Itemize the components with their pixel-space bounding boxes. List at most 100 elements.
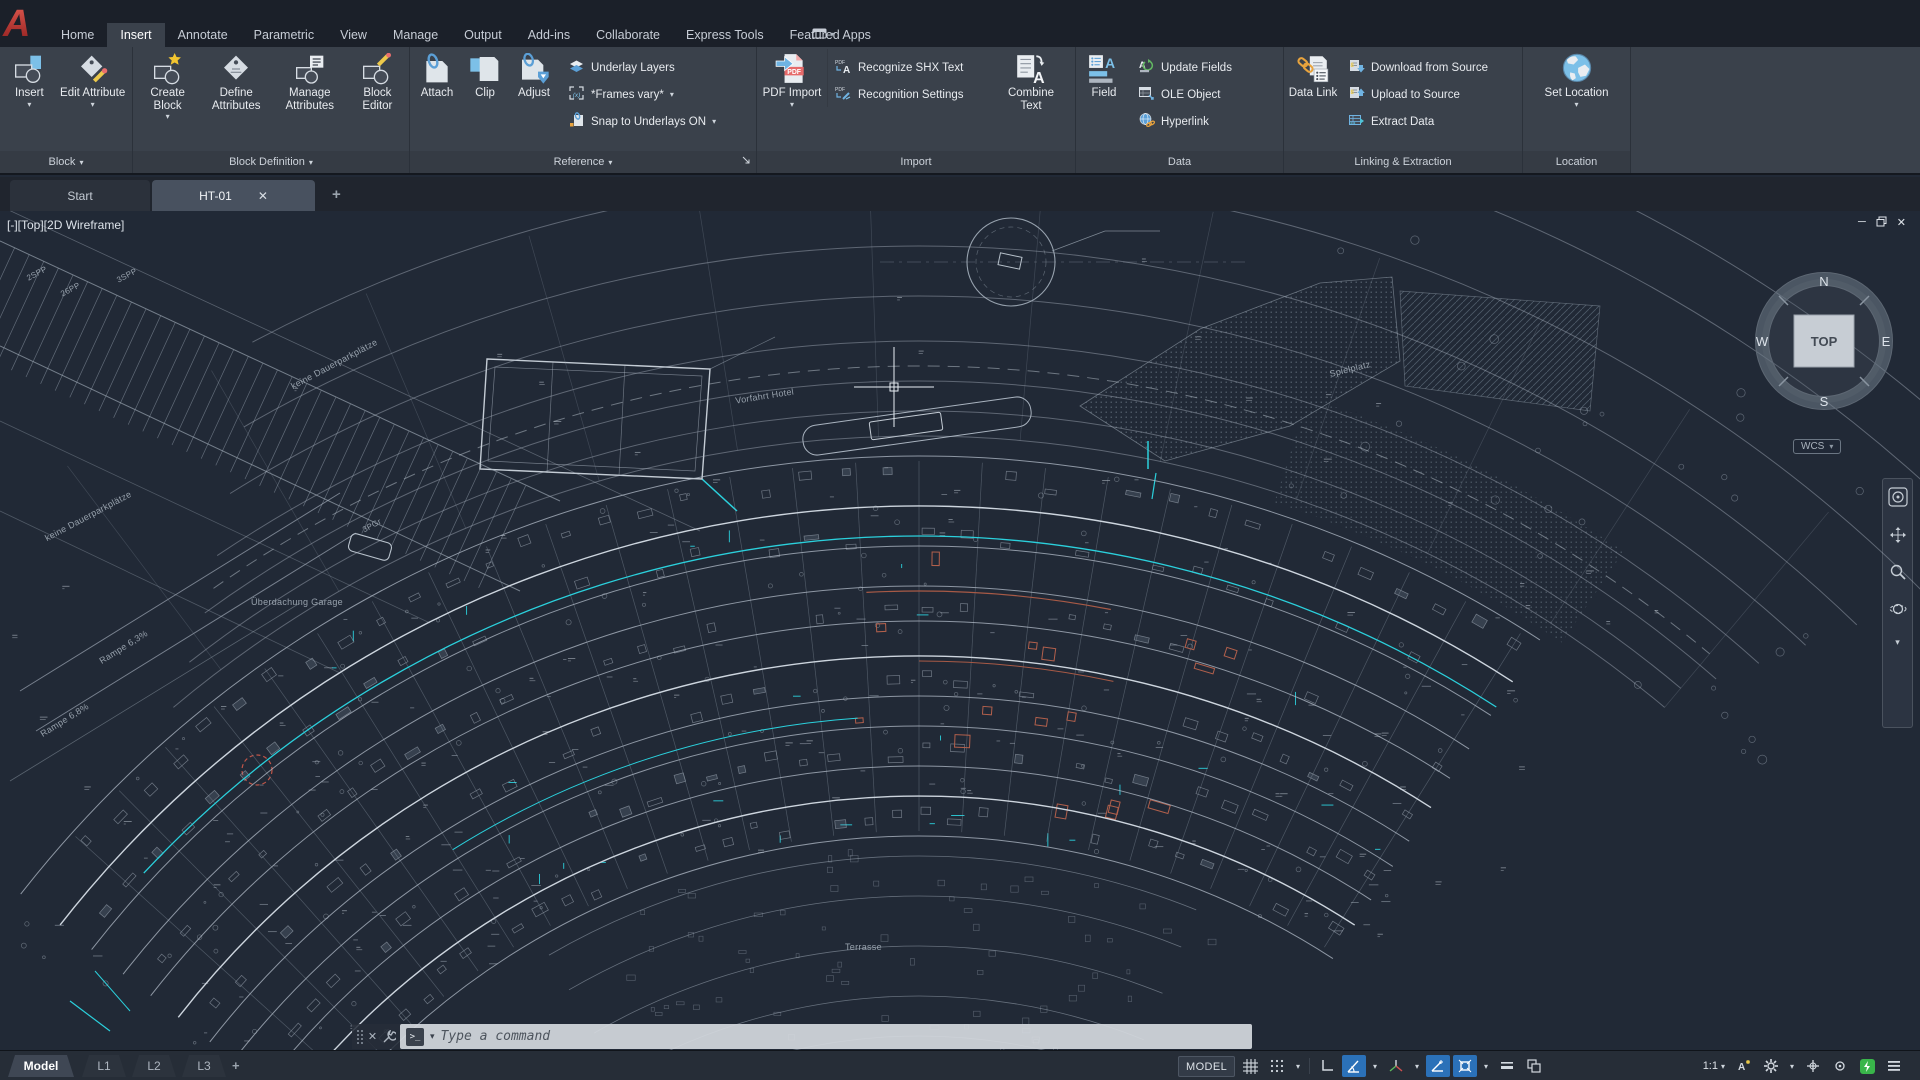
data-link-button[interactable]: Data Link [1284, 49, 1342, 100]
graphics-performance-icon[interactable] [1855, 1055, 1879, 1077]
pdf-import-button[interactable]: PDF PDF Import ▾ [757, 49, 827, 109]
command-history-icon[interactable]: ▾ [430, 1031, 435, 1042]
viewcube-east[interactable]: E [1882, 334, 1891, 349]
object-snap-icon[interactable] [1453, 1055, 1477, 1077]
panel-label-block[interactable]: Block ▾ [0, 151, 132, 173]
polar-dropdown-icon[interactable]: ▾ [1369, 1055, 1381, 1077]
polar-tracking-icon[interactable] [1342, 1055, 1366, 1077]
tab-insert[interactable]: Insert [107, 23, 165, 47]
pan-icon[interactable] [1889, 526, 1907, 549]
model-tab[interactable]: Model [8, 1055, 74, 1077]
isometric-drafting-icon[interactable] [1384, 1055, 1408, 1077]
adjust-button[interactable]: Adjust [506, 49, 562, 100]
workspace-gear-icon[interactable] [1759, 1055, 1783, 1077]
viewport-controls[interactable]: [-][Top][2D Wireframe] [7, 218, 124, 232]
panel-label-reference[interactable]: Reference ▾ [410, 151, 756, 173]
tab-manage[interactable]: Manage [380, 23, 451, 47]
field-button[interactable]: A Field [1076, 49, 1132, 100]
panel-label-data[interactable]: Data [1076, 151, 1283, 173]
doc-minimize-icon[interactable]: ─ [1858, 216, 1866, 230]
customization-icon[interactable] [1882, 1055, 1906, 1077]
annotation-visibility-icon[interactable]: A [1732, 1055, 1756, 1077]
snap-dropdown-icon[interactable]: ▾ [1292, 1055, 1304, 1077]
clip-button[interactable]: Clip [464, 49, 506, 100]
combine-text-button[interactable]: A Combine Text [996, 49, 1066, 112]
tab-collaborate[interactable]: Collaborate [583, 23, 673, 47]
tab-add-ins[interactable]: Add-ins [515, 23, 583, 47]
layout-tab-l3[interactable]: L3 [182, 1055, 226, 1077]
panel-label-block-definition[interactable]: Block Definition ▾ [133, 151, 409, 173]
iso-dropdown-icon[interactable]: ▾ [1411, 1055, 1423, 1077]
layout-tab-l2[interactable]: L2 [132, 1055, 176, 1077]
snap-to-underlays-button[interactable]: Snap to Underlays ON ▾ [562, 109, 750, 134]
tab-home[interactable]: Home [48, 23, 107, 47]
panel-label-import[interactable]: Import [757, 151, 1075, 173]
extract-data-button[interactable]: Extract Data [1342, 109, 1517, 134]
isolate-objects-icon[interactable] [1828, 1055, 1852, 1077]
tab-parametric[interactable]: Parametric [241, 23, 327, 47]
model-space-toggle[interactable]: MODEL [1178, 1056, 1236, 1077]
recognize-shx-button[interactable]: PDF A Recognize SHX Text [828, 55, 996, 80]
download-from-source-button[interactable]: 8 Download from Source [1342, 55, 1517, 80]
drawing-canvas[interactable]: [-][Top][2D Wireframe] ─ ✕ TOP N S E W W… [0, 211, 1920, 1050]
annotation-scale-control[interactable]: 1:1 ▾ [1699, 1060, 1729, 1072]
zoom-icon[interactable] [1889, 563, 1907, 586]
tab-annotate[interactable]: Annotate [165, 23, 241, 47]
command-placeholder: Type a command [440, 1029, 551, 1044]
ortho-icon[interactable] [1315, 1055, 1339, 1077]
command-grip-icon[interactable] [356, 1029, 364, 1045]
annotation-monitor-icon[interactable] [1801, 1055, 1825, 1077]
data-link-icon [1296, 51, 1330, 87]
viewcube-west[interactable]: W [1756, 334, 1769, 349]
wcs-selector[interactable]: WCS ▾ [1793, 439, 1842, 454]
command-close-icon[interactable]: ✕ [368, 1030, 377, 1043]
recognition-settings-button[interactable]: PDF Recognition Settings [828, 82, 996, 107]
command-input[interactable]: >_ ▾ Type a command [400, 1024, 1252, 1049]
selection-cycling-icon[interactable] [1522, 1055, 1546, 1077]
block-editor-button[interactable]: Block Editor [349, 49, 405, 112]
osnap-dropdown-icon[interactable]: ▾ [1480, 1055, 1492, 1077]
file-tab-start[interactable]: Start [10, 180, 150, 211]
navbar-more-icon[interactable]: ▾ [1895, 637, 1900, 648]
edit-attribute-button[interactable]: Edit Attribute ▾ [59, 49, 127, 109]
create-block-button[interactable]: Create Block ▾ [137, 49, 199, 121]
ribbon-display-toggle[interactable]: ▾ [812, 27, 834, 41]
autocad-logo-icon[interactable]: A [2, 0, 44, 46]
insert-block-button[interactable]: Insert ▾ [5, 49, 53, 109]
new-file-tab-button[interactable]: + [332, 186, 341, 203]
viewcube[interactable]: TOP N S E W [1752, 269, 1896, 413]
snap-mode-icon[interactable] [1265, 1055, 1289, 1077]
panel-label-linking[interactable]: Linking & Extraction [1284, 151, 1522, 173]
object-snap-tracking-icon[interactable] [1426, 1055, 1450, 1077]
lineweight-icon[interactable] [1495, 1055, 1519, 1077]
hyperlink-button[interactable]: Hyperlink [1132, 109, 1278, 134]
manage-attributes-button[interactable]: Manage Attributes [274, 49, 346, 112]
command-customize-icon[interactable] [382, 1029, 396, 1044]
define-attributes-button[interactable]: Define Attributes [202, 49, 270, 112]
viewcube-south[interactable]: S [1820, 394, 1829, 409]
update-fields-button[interactable]: A Update Fields [1132, 55, 1278, 80]
full-navigation-wheel-icon[interactable] [1887, 487, 1908, 512]
reference-dialog-launcher-icon[interactable] [742, 156, 751, 168]
set-location-button[interactable]: Set Location ▾ [1530, 49, 1624, 109]
file-tab-ht01[interactable]: HT-01 ✕ [152, 180, 315, 211]
attach-button[interactable]: Attach [410, 49, 464, 100]
tab-output[interactable]: Output [451, 23, 515, 47]
ole-object-button[interactable]: OLE Object [1132, 82, 1278, 107]
workspace-dropdown-icon[interactable]: ▾ [1786, 1055, 1798, 1077]
upload-to-source-button[interactable]: 8 Upload to Source [1342, 82, 1517, 107]
doc-close-icon[interactable]: ✕ [1897, 216, 1906, 230]
panel-label-location[interactable]: Location [1523, 151, 1630, 173]
tab-view[interactable]: View [327, 23, 380, 47]
underlay-layers-button[interactable]: Underlay Layers [562, 55, 750, 80]
new-layout-button[interactable]: + [232, 1058, 240, 1073]
close-file-tab-icon[interactable]: ✕ [258, 189, 268, 203]
orbit-icon[interactable] [1889, 600, 1907, 623]
grid-icon[interactable] [1238, 1055, 1262, 1077]
tab-express-tools[interactable]: Express Tools [673, 23, 777, 47]
frames-vary-button[interactable]: (x) *Frames vary* ▾ [562, 82, 750, 107]
doc-restore-icon[interactable] [1876, 216, 1887, 230]
layout-tab-l1[interactable]: L1 [82, 1055, 126, 1077]
viewcube-face-top[interactable]: TOP [1811, 334, 1838, 349]
viewcube-north[interactable]: N [1819, 274, 1828, 289]
